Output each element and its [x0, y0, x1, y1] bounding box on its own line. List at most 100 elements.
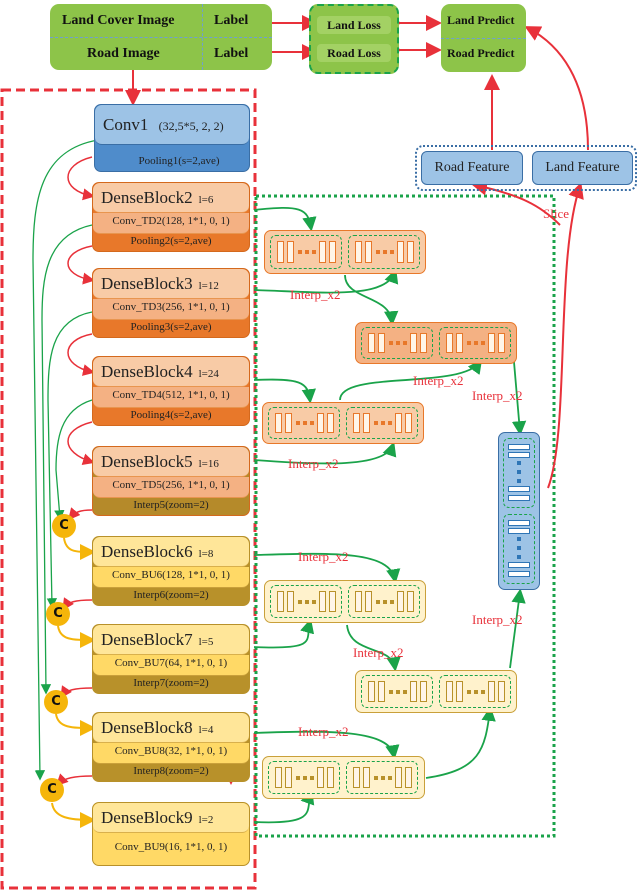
decoder-block-0: DenseBlock6 l=8 Conv_BU6(128, 1*1, 0, 1) In… — [92, 536, 250, 606]
loss-box: Land Loss Road Loss — [309, 4, 399, 74]
dense-group — [439, 327, 511, 359]
block-layers: l=6 — [198, 194, 214, 206]
concat-node-1: C — [52, 514, 76, 538]
fused-feature-map — [498, 432, 540, 590]
layer-bar — [327, 767, 334, 788]
block-layers: l=8 — [198, 548, 214, 560]
block-head: DenseBlock9 l=2 — [93, 803, 249, 833]
ellipsis-dot — [305, 250, 309, 254]
layer-bar — [368, 681, 375, 702]
ellipsis-dot — [403, 689, 407, 694]
ellipsis-dot — [389, 341, 393, 345]
ellipsis-dot — [481, 689, 485, 694]
layer-bar — [420, 681, 427, 702]
block-conv: Conv_BU8(32, 1*1, 0, 1) — [114, 745, 228, 757]
block-title: DenseBlock3 l=12 — [101, 274, 219, 294]
dense-group — [348, 235, 420, 269]
ellipsis-dot — [312, 599, 316, 604]
block-layers: l=4 — [198, 724, 214, 736]
layer-bar — [407, 241, 414, 263]
ellipsis-dot — [390, 599, 394, 604]
ellipsis-dot — [467, 689, 471, 694]
layer-bar — [456, 681, 463, 702]
block-head: DenseBlock4 l=24 — [93, 357, 249, 387]
block-title: DenseBlock8 l=4 — [101, 718, 213, 738]
ellipsis-dot — [296, 421, 300, 425]
block-title: DenseBlock2 l=6 — [101, 188, 213, 208]
feature-map-6 — [262, 756, 425, 799]
block-conv: Conv_TD3(256, 1*1, 0, 1) — [112, 301, 230, 313]
interp-label-8: Interp_x2 — [298, 724, 349, 739]
encoder-block-3: DenseBlock5 l=16 Conv_TD5(256, 1*1, 0, 1) I… — [92, 446, 250, 516]
ellipsis-dot — [381, 421, 385, 425]
ellipsis-dot — [305, 599, 309, 604]
layer-bar — [353, 413, 360, 433]
block-op: Pooling4(s=2,ave) — [130, 409, 212, 421]
decoder-block-1: DenseBlock7 l=5 Conv_BU7(64, 1*1, 0, 1) Int… — [92, 624, 250, 694]
block-conv: Conv_TD2(128, 1*1, 0, 1) — [112, 215, 230, 227]
decoder-block-2: DenseBlock8 l=4 Conv_BU8(32, 1*1, 0, 1) Int… — [92, 712, 250, 782]
ellipsis-dot — [298, 250, 302, 254]
ellipsis-dot — [374, 421, 378, 425]
land-loss: Land Loss — [317, 16, 391, 34]
layer-bar — [317, 413, 324, 433]
interp-label-4: Interp_x2 — [288, 456, 339, 471]
block-layers: l=24 — [198, 368, 219, 380]
block-op: Interp6(zoom=2) — [133, 589, 209, 601]
conv1-head: Conv1 (32,5*5, 2, 2) — [95, 105, 249, 145]
layer-bar — [355, 241, 362, 263]
road-feature: Road Feature — [421, 151, 523, 185]
ellipsis-dot — [474, 341, 478, 345]
layer-bar — [275, 767, 282, 788]
layer-bar — [329, 591, 336, 612]
ellipsis-dot — [296, 775, 300, 780]
layer-bar — [378, 333, 385, 353]
layer-bar — [498, 681, 505, 702]
block-op: Interp5(zoom=2) — [133, 499, 209, 511]
feature-group: Road Feature Land Feature — [415, 145, 637, 191]
concat-node-4: C — [40, 778, 64, 802]
dense-group — [346, 407, 418, 439]
dense-group — [270, 585, 342, 618]
layer-bar — [287, 241, 294, 263]
block-title: DenseBlock5 l=16 — [101, 452, 219, 472]
block-op: Pooling3(s=2,ave) — [130, 321, 212, 333]
block-name: DenseBlock6 — [101, 542, 193, 561]
ellipsis-dot — [481, 341, 485, 345]
layer-bar — [365, 241, 372, 263]
dense-group — [361, 327, 433, 359]
dense-group — [439, 675, 511, 708]
layer-bar — [508, 452, 530, 458]
block-op: Interp7(zoom=2) — [133, 677, 209, 689]
block-layers: l=2 — [198, 814, 214, 826]
road-loss: Road Loss — [317, 44, 391, 62]
land-predict: Land Predict — [447, 13, 515, 27]
layer-bar — [397, 241, 404, 263]
ellipsis-dot — [310, 421, 314, 425]
interp-label-5: Interp_x2 — [298, 549, 349, 564]
block-op: Pooling2(s=2,ave) — [130, 235, 212, 247]
ellipsis-dot — [389, 689, 393, 694]
feature-map-1 — [264, 230, 426, 274]
layer-bar — [420, 333, 427, 353]
ellipsis-dot — [390, 250, 394, 254]
layer-bar — [319, 591, 326, 612]
feature-map-3 — [262, 402, 424, 444]
layer-bar — [355, 591, 362, 612]
layer-bar — [405, 413, 412, 433]
block-head: DenseBlock3 l=12 — [93, 269, 249, 299]
block-name: DenseBlock7 — [101, 630, 193, 649]
layer-bar — [410, 333, 417, 353]
ellipsis-dot — [376, 599, 380, 604]
land-cover-image-label: Land Cover Image — [62, 13, 175, 28]
ellipsis-dot — [374, 775, 378, 780]
layer-bar — [405, 767, 412, 788]
encoder-block-1: DenseBlock3 l=12 Conv_TD3(256, 1*1, 0, 1) P… — [92, 268, 250, 338]
skip-green-arrows — [32, 139, 99, 781]
interp-label-3: Interp_x2 — [472, 388, 523, 403]
input-divider-v — [202, 4, 203, 70]
ellipsis-dot — [376, 250, 380, 254]
layer-bar — [488, 681, 495, 702]
block-title: DenseBlock4 l=24 — [101, 362, 219, 382]
feature-map-4 — [264, 580, 426, 623]
